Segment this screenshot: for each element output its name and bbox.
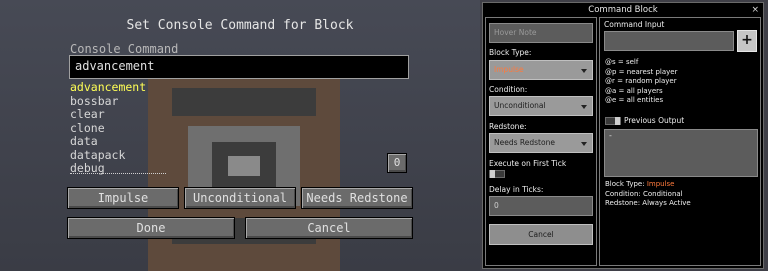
window-title: Command Block [588,5,658,15]
redstone-label: Redstone: [489,122,527,131]
info-condition: Condition: Conditional [605,189,683,198]
bedrock-command-block-window: Command Block × Hover Note Block Type: I… [482,2,764,269]
previous-output-label: Previous Output [624,116,685,125]
impulse-button[interactable]: Impulse [67,187,179,209]
suggestion-more-indicator [70,173,166,174]
redstone-dropdown[interactable]: Needs Redstone [489,133,593,153]
screen-title: Set Console Command for Block [126,18,354,33]
block-info: Block Type: Impulse Condition: Condition… [605,180,691,209]
command-input[interactable] [604,31,734,51]
command-pane: Command Input + @s = self @p = nearest p… [599,17,761,266]
block-type-dropdown[interactable]: Impulse [489,60,593,80]
block-type-label: Block Type: [489,48,532,57]
help-line: @a = all players [605,86,663,95]
close-icon[interactable]: × [751,3,759,17]
execute-first-tick-label: Execute on First Tick [489,159,567,168]
chevron-down-icon [581,142,587,146]
previous-output-box: - [604,129,758,177]
help-line: @s = self [605,58,639,66]
console-command-label: Console Command [70,42,179,56]
track-output-button[interactable]: 0 [387,153,407,173]
suggestion-item[interactable]: clone [70,121,170,136]
cancel-button[interactable]: Cancel [245,217,413,239]
suggestion-item[interactable]: datapack [70,148,170,163]
execute-first-tick-toggle[interactable] [489,170,505,178]
delay-input[interactable]: 0 [489,196,593,216]
suggestion-list: advancement bossbar clear clone data dat… [70,80,170,176]
command-input[interactable]: advancement [69,55,409,79]
delay-label: Delay in Ticks: [489,185,544,194]
suggestion-item[interactable]: advancement [70,80,170,95]
plus-icon[interactable]: + [737,30,757,52]
previous-output-toggle[interactable] [605,117,621,125]
suggestion-item[interactable]: bossbar [70,94,170,109]
help-line: @e = all entities [605,96,664,105]
suggestion-item[interactable]: clear [70,107,170,122]
toggle-knob [615,117,620,125]
selector-help: @s = self @p = nearest player @r = rando… [605,58,677,106]
needs-redstone-button[interactable]: Needs Redstone [301,187,413,209]
info-block-type-value: Impulse [646,180,675,188]
condition-label: Condition: [489,85,528,94]
redstone-value: Needs Redstone [494,138,555,147]
chevron-down-icon [581,105,587,109]
help-line: @r = random player [605,77,677,86]
cancel-button[interactable]: Cancel [489,224,593,245]
command-input-label: Command Input [604,20,665,29]
unconditional-button[interactable]: Unconditional [184,187,296,209]
done-button[interactable]: Done [67,217,235,239]
toggle-knob [490,170,495,178]
chevron-down-icon [581,69,587,73]
info-block-type: Block Type: Impulse [605,180,691,190]
condition-dropdown[interactable]: Unconditional [489,96,593,116]
info-redstone: Redstone: Always Active [605,199,691,208]
hover-note-input[interactable]: Hover Note [489,23,593,43]
block-type-value: Impulse [494,65,524,74]
settings-pane: Hover Note Block Type: Impulse Condition… [485,17,597,266]
help-line: @p = nearest player [605,67,678,76]
condition-value: Unconditional [494,101,546,110]
command-block-background [148,78,340,271]
suggestion-item[interactable]: data [70,134,170,149]
java-command-screen: Set Console Command for Block Console Co… [0,0,480,271]
info-block-type-label: Block Type: [605,180,647,188]
